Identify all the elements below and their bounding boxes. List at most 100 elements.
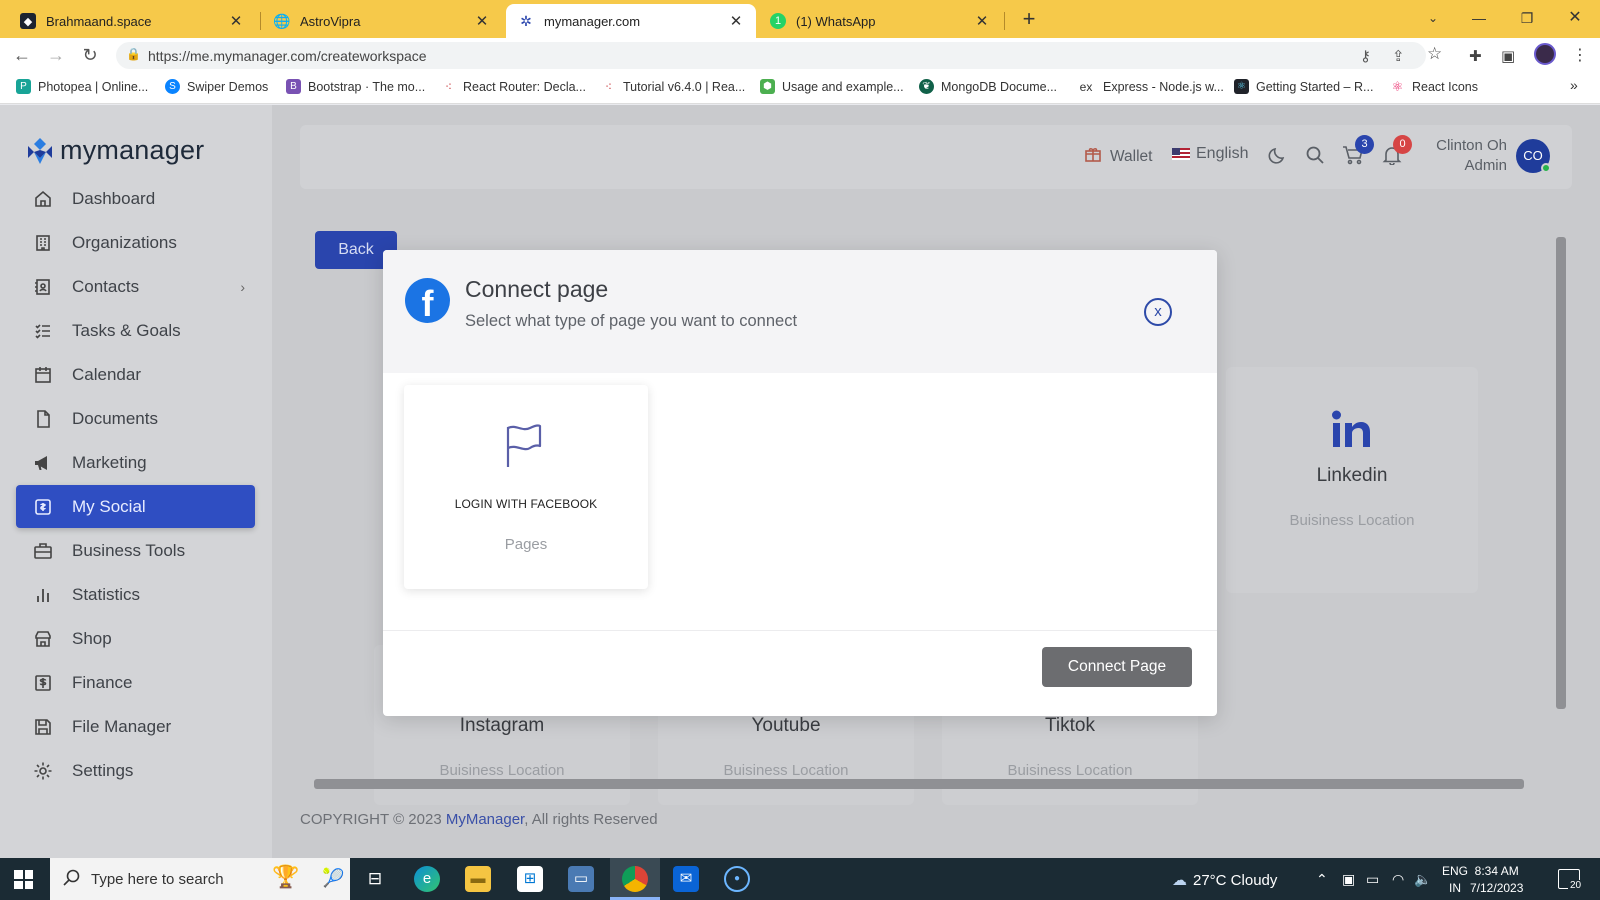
language-selector[interactable]: English [1172, 145, 1248, 163]
notifications-button[interactable]: 0 [1382, 135, 1412, 170]
bookmark-item[interactable]: ❦ MongoDB Docume... [919, 79, 1057, 94]
battery-icon[interactable]: ▭ [1366, 871, 1379, 888]
side-panel-icon[interactable]: ▣ [1501, 47, 1515, 65]
windows-taskbar: Type here to search 🏆 🎾 ⊟ e ▬ ⊞ ▭ ✉ ● ☁ 2… [0, 858, 1600, 900]
new-tab-button[interactable]: + [1016, 6, 1042, 32]
tab-search-icon[interactable]: ⌄ [1410, 4, 1456, 32]
bookmark-item[interactable]: P Photopea | Online... [16, 79, 148, 94]
close-icon[interactable]: ✕ [728, 12, 744, 30]
linkedin-card[interactable]: Linkedin Buisiness Location [1226, 367, 1478, 593]
bookmark-item[interactable]: ex Express - Node.js w... [1076, 79, 1224, 94]
connect-page-button[interactable]: Connect Page [1042, 647, 1192, 687]
profile-avatar[interactable] [1534, 43, 1556, 65]
system-clock[interactable]: 8:34 AM 7/12/2023 [1470, 863, 1523, 897]
tasks-icon [32, 320, 54, 342]
wifi-icon[interactable]: ◠ [1392, 871, 1404, 888]
mail-icon[interactable]: ✉ [673, 866, 699, 892]
sidebar-item-organizations[interactable]: Organizations [16, 221, 255, 264]
input-language[interactable]: ENG IN [1442, 863, 1468, 897]
back-arrow-icon[interactable]: ← [10, 43, 34, 67]
extensions-icon[interactable]: ✚ [1469, 47, 1482, 65]
url-field[interactable]: 🔒 https://me.mymanager.com/createworkspa… [116, 42, 1426, 69]
close-icon[interactable]: ✕ [974, 12, 990, 30]
sidebar-item-statistics[interactable]: Statistics [16, 573, 255, 616]
close-icon[interactable]: ✕ [228, 12, 244, 30]
close-icon[interactable]: ✕ [474, 12, 490, 30]
wallet-button[interactable]: Wallet [1084, 145, 1153, 168]
cart-button[interactable]: 3 [1342, 135, 1374, 170]
option-label: LOGIN WITH FACEBOOK [454, 497, 598, 511]
option-subtitle: Pages [504, 536, 548, 553]
bookmark-item[interactable]: B Bootstrap · The mo... [286, 79, 425, 94]
edge-icon[interactable]: e [414, 866, 440, 892]
tab-brahmaand[interactable]: ◆ Brahmaand.space ✕ [8, 4, 256, 38]
react-router-icon: ⁖ [604, 79, 613, 94]
login-with-facebook-option[interactable]: LOGIN WITH FACEBOOK Pages [404, 385, 648, 589]
tab-mymanager[interactable]: ✲ mymanager.com ✕ [506, 4, 756, 38]
share-icon[interactable]: ⇪ [1392, 47, 1405, 65]
brand-logo[interactable]: mymanager [26, 135, 204, 166]
vertical-scrollbar[interactable] [1554, 223, 1568, 779]
chevron-up-icon[interactable]: ⌃ [1316, 871, 1328, 888]
file-explorer-icon[interactable]: ▬ [465, 866, 491, 892]
user-role: Admin [1464, 157, 1507, 174]
search-icon [63, 869, 81, 892]
sidebar-item-finance[interactable]: Finance [16, 661, 255, 704]
tab-whatsapp[interactable]: 1 (1) WhatsApp ✕ [758, 4, 1002, 38]
key-icon[interactable]: ⚷ [1360, 47, 1371, 65]
taskbar-search-input[interactable]: Type here to search 🏆 🎾 [50, 858, 350, 900]
task-view-icon[interactable]: ⊟ [362, 866, 388, 892]
online-status-dot [1541, 163, 1551, 173]
horizontal-scrollbar[interactable] [300, 777, 1554, 791]
reload-icon[interactable]: ↻ [78, 43, 102, 67]
taskbar-active-app[interactable] [610, 858, 660, 900]
save-icon [32, 716, 54, 738]
bookmarks-overflow-icon[interactable]: » [1570, 77, 1578, 93]
photopea-icon: P [16, 79, 31, 94]
sidebar-item-shop[interactable]: Shop [16, 617, 255, 660]
restore-button[interactable]: ❐ [1504, 4, 1550, 32]
close-icon[interactable]: x [1144, 298, 1172, 326]
modal-subtitle: Select what type of page you want to con… [465, 312, 798, 330]
sidebar-item-business-tools[interactable]: Business Tools [16, 529, 255, 572]
user-info[interactable]: Clinton Oh Admin [1427, 136, 1507, 176]
forward-arrow-icon[interactable]: → [44, 43, 68, 67]
sidebar-item-calendar[interactable]: Calendar [16, 353, 255, 396]
sidebar-item-my-social[interactable]: My Social [16, 485, 255, 528]
close-window-button[interactable]: ✕ [1552, 4, 1598, 32]
meet-icon[interactable]: ▣ [1342, 871, 1355, 888]
windows-start-icon[interactable] [14, 870, 33, 889]
bookmark-item[interactable]: ⬢ Usage and example... [760, 79, 904, 94]
sidebar-item-dashboard[interactable]: Dashboard [16, 177, 255, 220]
weather-widget[interactable]: ☁ 27°C Cloudy [1172, 871, 1277, 889]
tab-astrovipra[interactable]: 🌐 AstroVipra ✕ [262, 4, 502, 38]
bookmark-item[interactable]: ⚛ Getting Started – R... [1234, 79, 1373, 94]
search-button[interactable] [1305, 145, 1325, 170]
bookmark-item[interactable]: ⚛ React Icons [1390, 79, 1478, 94]
store-icon[interactable]: ⊞ [517, 866, 543, 892]
react-icon: ⚛ [1234, 79, 1249, 94]
sidebar-item-tasks-goals[interactable]: Tasks & Goals [16, 309, 255, 352]
minimize-button[interactable]: — [1456, 4, 1502, 32]
menu-icon[interactable]: ⋮ [1572, 45, 1588, 65]
dark-mode-toggle[interactable] [1268, 145, 1288, 170]
avatar[interactable]: CO [1516, 139, 1551, 173]
bookmark-item[interactable]: ⁖ Tutorial v6.4.0 | Rea... [601, 79, 745, 94]
sidebar-item-settings[interactable]: Settings [16, 749, 255, 792]
sidebar-item-marketing[interactable]: Marketing [16, 441, 255, 484]
sidebar-item-file-manager[interactable]: File Manager [16, 705, 255, 748]
remote-desktop-icon[interactable]: ▭ [568, 866, 594, 892]
footer-brand-link[interactable]: MyManager [446, 811, 524, 828]
sidebar-item-label: Contacts [72, 276, 140, 296]
sidebar-item-contacts[interactable]: Contacts › [16, 265, 255, 308]
cortana-icon[interactable]: ● [724, 866, 750, 892]
search-highlight-icon: 🏆 [272, 864, 300, 889]
sidebar-item-documents[interactable]: Documents [16, 397, 255, 440]
bookmark-item[interactable]: ⁖ React Router: Decla... [441, 79, 586, 94]
card-title: Youtube [751, 715, 821, 736]
volume-icon[interactable]: 🔈 [1414, 871, 1431, 888]
brand-name: mymanager [60, 135, 205, 165]
star-icon[interactable]: ☆ [1427, 44, 1442, 64]
bookmark-item[interactable]: S Swiper Demos [165, 79, 268, 94]
sidebar-item-label: Calendar [72, 364, 141, 384]
